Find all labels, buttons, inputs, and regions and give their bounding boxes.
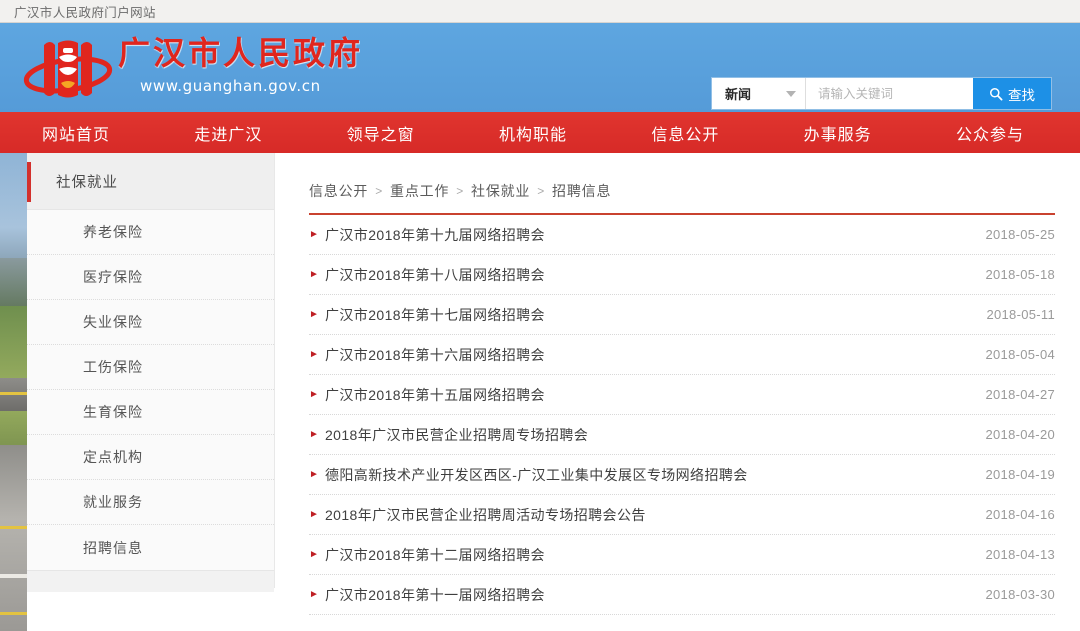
nav-item-about[interactable]: 走进广汉 bbox=[184, 121, 272, 145]
list-item[interactable]: ► 广汉市2018年第十六届网络招聘会 2018-05-04 bbox=[309, 335, 1055, 375]
triangle-bullet-icon: ► bbox=[309, 430, 323, 440]
sidebar: 社保就业 养老保险 医疗保险 失业保险 工伤保险 生育保险 bbox=[27, 153, 275, 588]
list-item-title[interactable]: 2018年广汉市民营企业招聘周活动专场招聘会公告 bbox=[323, 505, 974, 525]
list-item[interactable]: ► 广汉市2018年第十九届网络招聘会 2018-05-25 bbox=[309, 215, 1055, 255]
site-title: 广汉市人民政府 bbox=[118, 37, 363, 71]
page-body: 社保就业 养老保险 医疗保险 失业保险 工伤保险 生育保险 bbox=[0, 153, 1080, 631]
triangle-bullet-icon: ► bbox=[309, 590, 323, 600]
list-item[interactable]: ► 广汉市2018年第十一届网络招聘会 2018-03-30 bbox=[309, 575, 1055, 615]
search-category-select[interactable]: 新闻 bbox=[712, 78, 806, 109]
browser-tab-title: 广汉市人民政府门户网站 bbox=[14, 2, 156, 21]
search-button[interactable]: 查找 bbox=[973, 78, 1051, 109]
list-item-date: 2018-05-11 bbox=[974, 307, 1055, 322]
sidebar-item-label: 养老保险 bbox=[83, 222, 143, 242]
triangle-bullet-icon: ► bbox=[309, 230, 323, 240]
triangle-bullet-icon: ► bbox=[309, 270, 323, 280]
nav-item-services[interactable]: 办事服务 bbox=[794, 121, 882, 145]
list-item[interactable]: ► 广汉市2018年第十七届网络招聘会 2018-05-11 bbox=[309, 295, 1055, 335]
sidebar-item-label: 定点机构 bbox=[83, 447, 143, 467]
breadcrumb-item-disclosure[interactable]: 信息公开 bbox=[309, 181, 368, 201]
triangle-bullet-icon: ► bbox=[309, 310, 323, 320]
nav-item-leadership[interactable]: 领导之窗 bbox=[337, 121, 425, 145]
breadcrumb-item-social-security[interactable]: 社保就业 bbox=[471, 181, 530, 201]
triangle-bullet-icon: ► bbox=[309, 510, 323, 520]
list-item-title[interactable]: 2018年广汉市民营企业招聘周专场招聘会 bbox=[323, 425, 974, 445]
breadcrumb-item-key-work[interactable]: 重点工作 bbox=[390, 181, 449, 201]
sidebar-footer bbox=[27, 570, 274, 592]
sidebar-header-label: 社保就业 bbox=[56, 171, 118, 192]
list-item-title[interactable]: 广汉市2018年第十二届网络招聘会 bbox=[323, 545, 974, 565]
main-content: 信息公开 > 重点工作 > 社保就业 > 招聘信息 ► 广汉市2018年第十九届… bbox=[275, 153, 1080, 631]
list-item-title[interactable]: 德阳高新技术产业开发区西区-广汉工业集中发展区专场网络招聘会 bbox=[323, 465, 974, 485]
sidebar-item-medical[interactable]: 医疗保险 bbox=[27, 255, 274, 300]
site-url: www.guanghan.gov.cn bbox=[140, 77, 363, 95]
sidebar-item-pension[interactable]: 养老保险 bbox=[27, 210, 274, 255]
list-item[interactable]: ► 2018年广汉市民营企业招聘周专场招聘会 2018-04-20 bbox=[309, 415, 1055, 455]
list-item-title[interactable]: 广汉市2018年第十五届网络招聘会 bbox=[323, 385, 974, 405]
sidebar-item-maternity[interactable]: 生育保险 bbox=[27, 390, 274, 435]
list-item-date: 2018-05-25 bbox=[974, 227, 1056, 242]
triangle-bullet-icon: ► bbox=[309, 550, 323, 560]
nav-item-home[interactable]: 网站首页 bbox=[32, 121, 120, 145]
list-item-date: 2018-04-27 bbox=[974, 387, 1056, 402]
list-item-date: 2018-03-30 bbox=[974, 587, 1056, 602]
sidebar-header: 社保就业 bbox=[27, 153, 274, 210]
sidebar-item-work-injury[interactable]: 工伤保险 bbox=[27, 345, 274, 390]
list-item-title[interactable]: 广汉市2018年第十九届网络招聘会 bbox=[323, 225, 974, 245]
sidebar-menu: 养老保险 医疗保险 失业保险 工伤保险 生育保险 定点机构 就业 bbox=[27, 210, 274, 570]
breadcrumb-separator-icon: > bbox=[375, 184, 383, 198]
sidebar-item-label: 医疗保险 bbox=[83, 267, 143, 287]
search-button-label: 查找 bbox=[1008, 84, 1035, 104]
list-item-title[interactable]: 广汉市2018年第十一届网络招聘会 bbox=[323, 585, 974, 605]
sidebar-item-label: 生育保险 bbox=[83, 402, 143, 422]
news-list: ► 广汉市2018年第十九届网络招聘会 2018-05-25 ► 广汉市2018… bbox=[309, 215, 1055, 615]
list-item-date: 2018-04-16 bbox=[974, 507, 1056, 522]
browser-title-bar: 广汉市人民政府门户网站 bbox=[0, 0, 1080, 23]
list-item-date: 2018-04-20 bbox=[974, 427, 1056, 442]
site-header: 广汉市人民政府 www.guanghan.gov.cn 新闻 查找 bbox=[0, 23, 1080, 112]
triangle-bullet-icon: ► bbox=[309, 350, 323, 360]
sidebar-item-label: 工伤保险 bbox=[83, 357, 143, 377]
list-item[interactable]: ► 广汉市2018年第十二届网络招聘会 2018-04-13 bbox=[309, 535, 1055, 575]
list-item[interactable]: ► 2018年广汉市民营企业招聘周活动专场招聘会公告 2018-04-16 bbox=[309, 495, 1055, 535]
chevron-down-icon bbox=[786, 91, 796, 97]
list-item-date: 2018-05-18 bbox=[974, 267, 1056, 282]
triangle-bullet-icon: ► bbox=[309, 390, 323, 400]
sidebar-item-label: 失业保险 bbox=[83, 312, 143, 332]
breadcrumb: 信息公开 > 重点工作 > 社保就业 > 招聘信息 bbox=[309, 153, 1055, 215]
nav-item-disclosure[interactable]: 信息公开 bbox=[641, 121, 729, 145]
list-item[interactable]: ► 广汉市2018年第十八届网络招聘会 2018-05-18 bbox=[309, 255, 1055, 295]
sidebar-item-label: 就业服务 bbox=[83, 492, 143, 512]
sidebar-item-designated-institutions[interactable]: 定点机构 bbox=[27, 435, 274, 480]
government-emblem-icon bbox=[22, 31, 114, 107]
list-item[interactable]: ► 广汉市2018年第十五届网络招聘会 2018-04-27 bbox=[309, 375, 1055, 415]
list-item-date: 2018-04-19 bbox=[974, 467, 1056, 482]
search-icon bbox=[989, 87, 1003, 101]
breadcrumb-separator-icon: > bbox=[537, 184, 545, 198]
site-brand[interactable]: 广汉市人民政府 www.guanghan.gov.cn bbox=[22, 31, 363, 107]
sidebar-item-recruitment-info[interactable]: 招聘信息 bbox=[27, 525, 274, 570]
nav-item-participation[interactable]: 公众参与 bbox=[946, 121, 1034, 145]
list-item-date: 2018-05-04 bbox=[974, 347, 1056, 362]
list-item-title[interactable]: 广汉市2018年第十八届网络招聘会 bbox=[323, 265, 974, 285]
nav-item-departments[interactable]: 机构职能 bbox=[489, 121, 577, 145]
breadcrumb-item-current[interactable]: 招聘信息 bbox=[552, 181, 611, 201]
sidebar-item-label: 招聘信息 bbox=[83, 538, 143, 558]
sidebar-item-employment-services[interactable]: 就业服务 bbox=[27, 480, 274, 525]
site-search[interactable]: 新闻 查找 bbox=[712, 78, 1051, 109]
search-category-label: 新闻 bbox=[725, 84, 751, 103]
list-item-title[interactable]: 广汉市2018年第十七届网络招聘会 bbox=[323, 305, 974, 325]
breadcrumb-separator-icon: > bbox=[456, 184, 464, 198]
list-item[interactable]: ► 德阳高新技术产业开发区西区-广汉工业集中发展区专场网络招聘会 2018-04… bbox=[309, 455, 1055, 495]
triangle-bullet-icon: ► bbox=[309, 470, 323, 480]
sidebar-item-unemployment[interactable]: 失业保险 bbox=[27, 300, 274, 345]
list-item-title[interactable]: 广汉市2018年第十六届网络招聘会 bbox=[323, 345, 974, 365]
list-item-date: 2018-04-13 bbox=[974, 547, 1056, 562]
main-navigation[interactable]: 网站首页 走进广汉 领导之窗 机构职能 信息公开 办事服务 公众参与 bbox=[0, 112, 1080, 153]
search-input[interactable] bbox=[806, 78, 973, 109]
